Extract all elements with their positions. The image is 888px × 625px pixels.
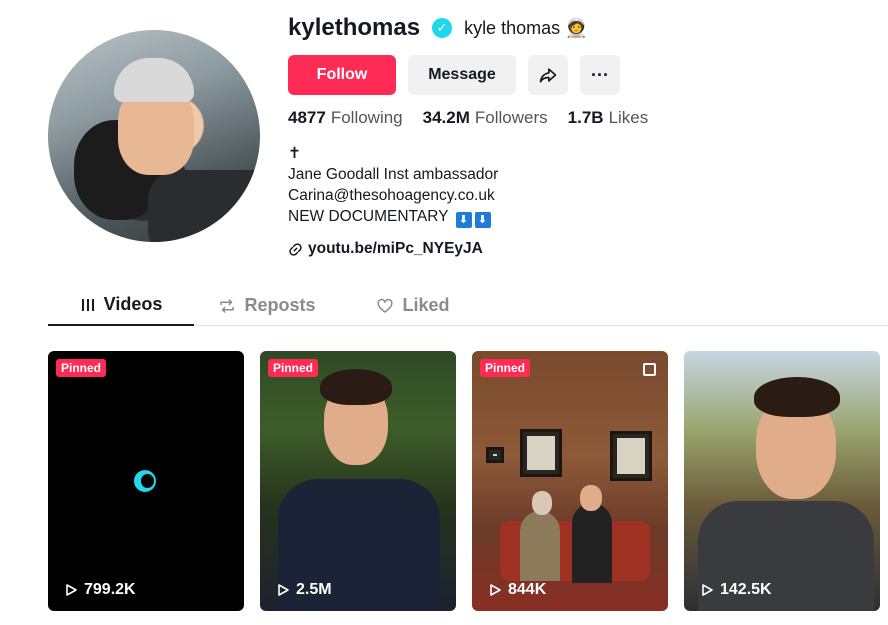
profile-header: kylethomas ✓ kyle thomas 🧑‍🚀 — [288, 14, 588, 42]
verified-badge-icon: ✓ — [432, 18, 453, 38]
repost-icon — [220, 298, 235, 313]
view-count-text: 2.5M — [296, 581, 332, 598]
view-count-text: 799.2K — [84, 581, 136, 598]
avatar[interactable] — [48, 30, 260, 242]
link-text: youtu.be/miPc_NYEyJA — [308, 240, 483, 257]
thumbnail-painting — [520, 429, 562, 477]
username: kylethomas — [288, 14, 421, 41]
bio-line: NEW DOCUMENTARY ⬇ ⬇ — [288, 206, 498, 228]
down-arrow-icon: ⬇ — [455, 212, 472, 228]
heart-outline-icon — [377, 298, 394, 313]
share-button[interactable] — [528, 55, 568, 95]
view-count: 2.5M — [276, 581, 332, 599]
video-card[interactable]: 142.5K — [684, 351, 880, 611]
profile-stats: 4877 Following 34.2M Followers 1.7B Likes — [288, 108, 648, 128]
view-count-text: 142.5K — [720, 581, 772, 598]
play-icon — [702, 584, 713, 596]
bio-documentary-text: NEW DOCUMENTARY — [288, 208, 449, 225]
pinned-badge: Pinned — [268, 359, 319, 377]
followers-stat[interactable]: 34.2M Followers — [423, 108, 548, 128]
following-count: 4877 — [288, 108, 326, 127]
view-count: 142.5K — [700, 581, 772, 599]
share-icon — [539, 68, 557, 83]
likes-label: Likes — [608, 108, 649, 127]
tab-label: Reposts — [244, 295, 316, 315]
tab-label: Liked — [402, 295, 450, 315]
video-card[interactable]: Pinned 799.2K — [48, 351, 244, 611]
video-grid: Pinned 799.2K Pinned 2.5M Pinned 844K 14… — [48, 351, 880, 611]
bio: ✝ Jane Goodall Inst ambassador Carina@th… — [288, 143, 498, 228]
tab-label: Videos — [103, 294, 163, 314]
pinned-badge: Pinned — [56, 359, 107, 377]
more-options-button[interactable]: ··· — [580, 55, 620, 95]
following-stat[interactable]: 4877 Following — [288, 108, 403, 128]
view-count: 844K — [488, 581, 546, 599]
profile-actions: Follow Message ··· — [288, 55, 620, 95]
grid-bars-icon — [81, 298, 94, 311]
thumbnail-person-head — [580, 485, 602, 511]
bio-line: Jane Goodall Inst ambassador — [288, 166, 499, 183]
tab-reposts[interactable]: Reposts — [194, 285, 340, 326]
tab-videos[interactable]: Videos — [48, 285, 194, 326]
play-icon — [490, 584, 501, 596]
play-icon — [66, 584, 77, 596]
thumbnail-person-body — [520, 511, 560, 581]
tab-liked[interactable]: Liked — [340, 285, 486, 326]
pinned-badge: Pinned — [480, 359, 531, 377]
profile-tabs: Videos Reposts Liked — [48, 285, 888, 326]
down-arrow-icon: ⬇ — [474, 212, 491, 228]
link-icon — [289, 242, 302, 256]
view-count: 799.2K — [64, 581, 136, 599]
message-button[interactable]: Message — [408, 55, 516, 95]
avatar-shirt — [148, 170, 260, 242]
avatar-cap — [114, 58, 194, 102]
view-count-text: 844K — [508, 581, 547, 598]
bio-line: Carina@thesohoagency.co.uk — [288, 187, 495, 204]
thumbnail-person-body — [572, 503, 612, 583]
thumbnail-painting — [610, 431, 652, 481]
following-label: Following — [330, 108, 403, 127]
photo-carousel-icon — [643, 363, 656, 376]
nickname: kyle thomas 🧑‍🚀 — [464, 17, 588, 38]
followers-count: 34.2M — [422, 108, 470, 127]
follow-button[interactable]: Follow — [288, 55, 396, 95]
bio-line: ✝ — [288, 145, 301, 162]
thumbnail-person-hair — [320, 369, 392, 405]
thumbnail-person-head — [532, 491, 552, 515]
video-card[interactable]: Pinned 2.5M — [260, 351, 456, 611]
play-icon — [278, 584, 289, 596]
likes-count: 1.7B — [567, 108, 604, 127]
loading-spinner-icon — [134, 470, 156, 492]
thumbnail-person-hair — [754, 377, 840, 417]
video-card[interactable]: Pinned 844K — [472, 351, 668, 611]
likes-stat: 1.7B Likes — [568, 108, 649, 128]
followers-label: Followers — [474, 108, 548, 127]
profile-link[interactable]: youtu.be/miPc_NYEyJA — [288, 240, 483, 258]
thumbnail-painting — [486, 447, 504, 463]
